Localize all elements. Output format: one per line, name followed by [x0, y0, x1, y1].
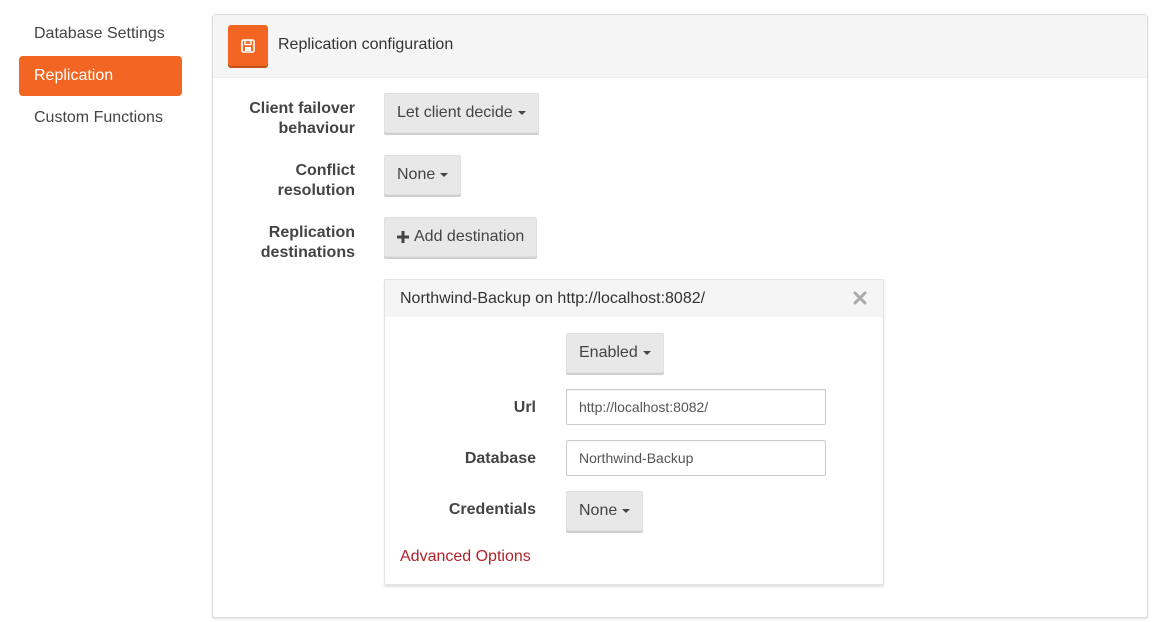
advanced-options-link[interactable]: Advanced Options — [400, 548, 531, 566]
plus-icon — [397, 231, 409, 243]
url-input[interactable] — [566, 389, 826, 425]
caret-down-icon — [517, 111, 526, 115]
database-label: Database — [464, 450, 536, 467]
caret-down-icon — [622, 509, 631, 513]
destination-card: Northwind-Backup on http://localhost:808… — [384, 279, 884, 585]
failover-dropdown[interactable]: Let client decide — [384, 93, 539, 133]
panel-title: Replication configuration — [278, 36, 454, 53]
save-button[interactable] — [228, 25, 268, 66]
conflict-value: None — [397, 166, 436, 183]
sidebar-item-database-settings[interactable]: Database Settings — [19, 14, 182, 54]
failover-label-line1: Client failover — [249, 100, 355, 117]
failover-label: Client failover behaviour — [233, 99, 355, 139]
conflict-dropdown[interactable]: None — [384, 155, 462, 195]
credentials-value: None — [579, 502, 618, 519]
destinations-label-line1: Replication — [268, 224, 355, 241]
sidebar-item-custom-functions[interactable]: Custom Functions — [19, 98, 182, 138]
destinations-label-line2: destinations — [260, 244, 355, 261]
conflict-label-line1: Conflict — [295, 162, 355, 179]
failover-value: Let client decide — [397, 104, 513, 121]
credentials-label: Credentials — [448, 501, 536, 518]
credentials-dropdown[interactable]: None — [566, 491, 644, 531]
destination-title: Northwind-Backup on http://localhost:808… — [400, 290, 706, 307]
close-icon[interactable] — [852, 290, 868, 306]
add-destination-button[interactable]: Add destination — [384, 217, 538, 257]
destination-heading: Northwind-Backup on http://localhost:808… — [385, 280, 883, 317]
sidebar-nav: Database Settings Replication Custom Fun… — [19, 14, 182, 140]
conflict-label-line2: resolution — [277, 182, 355, 199]
sidebar-item-replication[interactable]: Replication — [19, 56, 182, 96]
add-destination-label: Add destination — [414, 228, 525, 245]
conflict-label: Conflict resolution — [233, 161, 355, 201]
caret-down-icon — [642, 351, 651, 355]
floppy-disk-icon — [241, 38, 255, 53]
panel-heading: Replication configuration — [213, 15, 1147, 78]
url-label: Url — [513, 399, 536, 416]
database-input[interactable] — [566, 440, 826, 476]
caret-down-icon — [440, 173, 449, 177]
destinations-label: Replication destinations — [233, 223, 355, 263]
status-dropdown[interactable]: Enabled — [566, 333, 664, 373]
failover-label-line2: behaviour — [278, 120, 355, 137]
replication-panel: Replication configuration Client failove… — [212, 14, 1148, 618]
status-value: Enabled — [579, 344, 638, 361]
